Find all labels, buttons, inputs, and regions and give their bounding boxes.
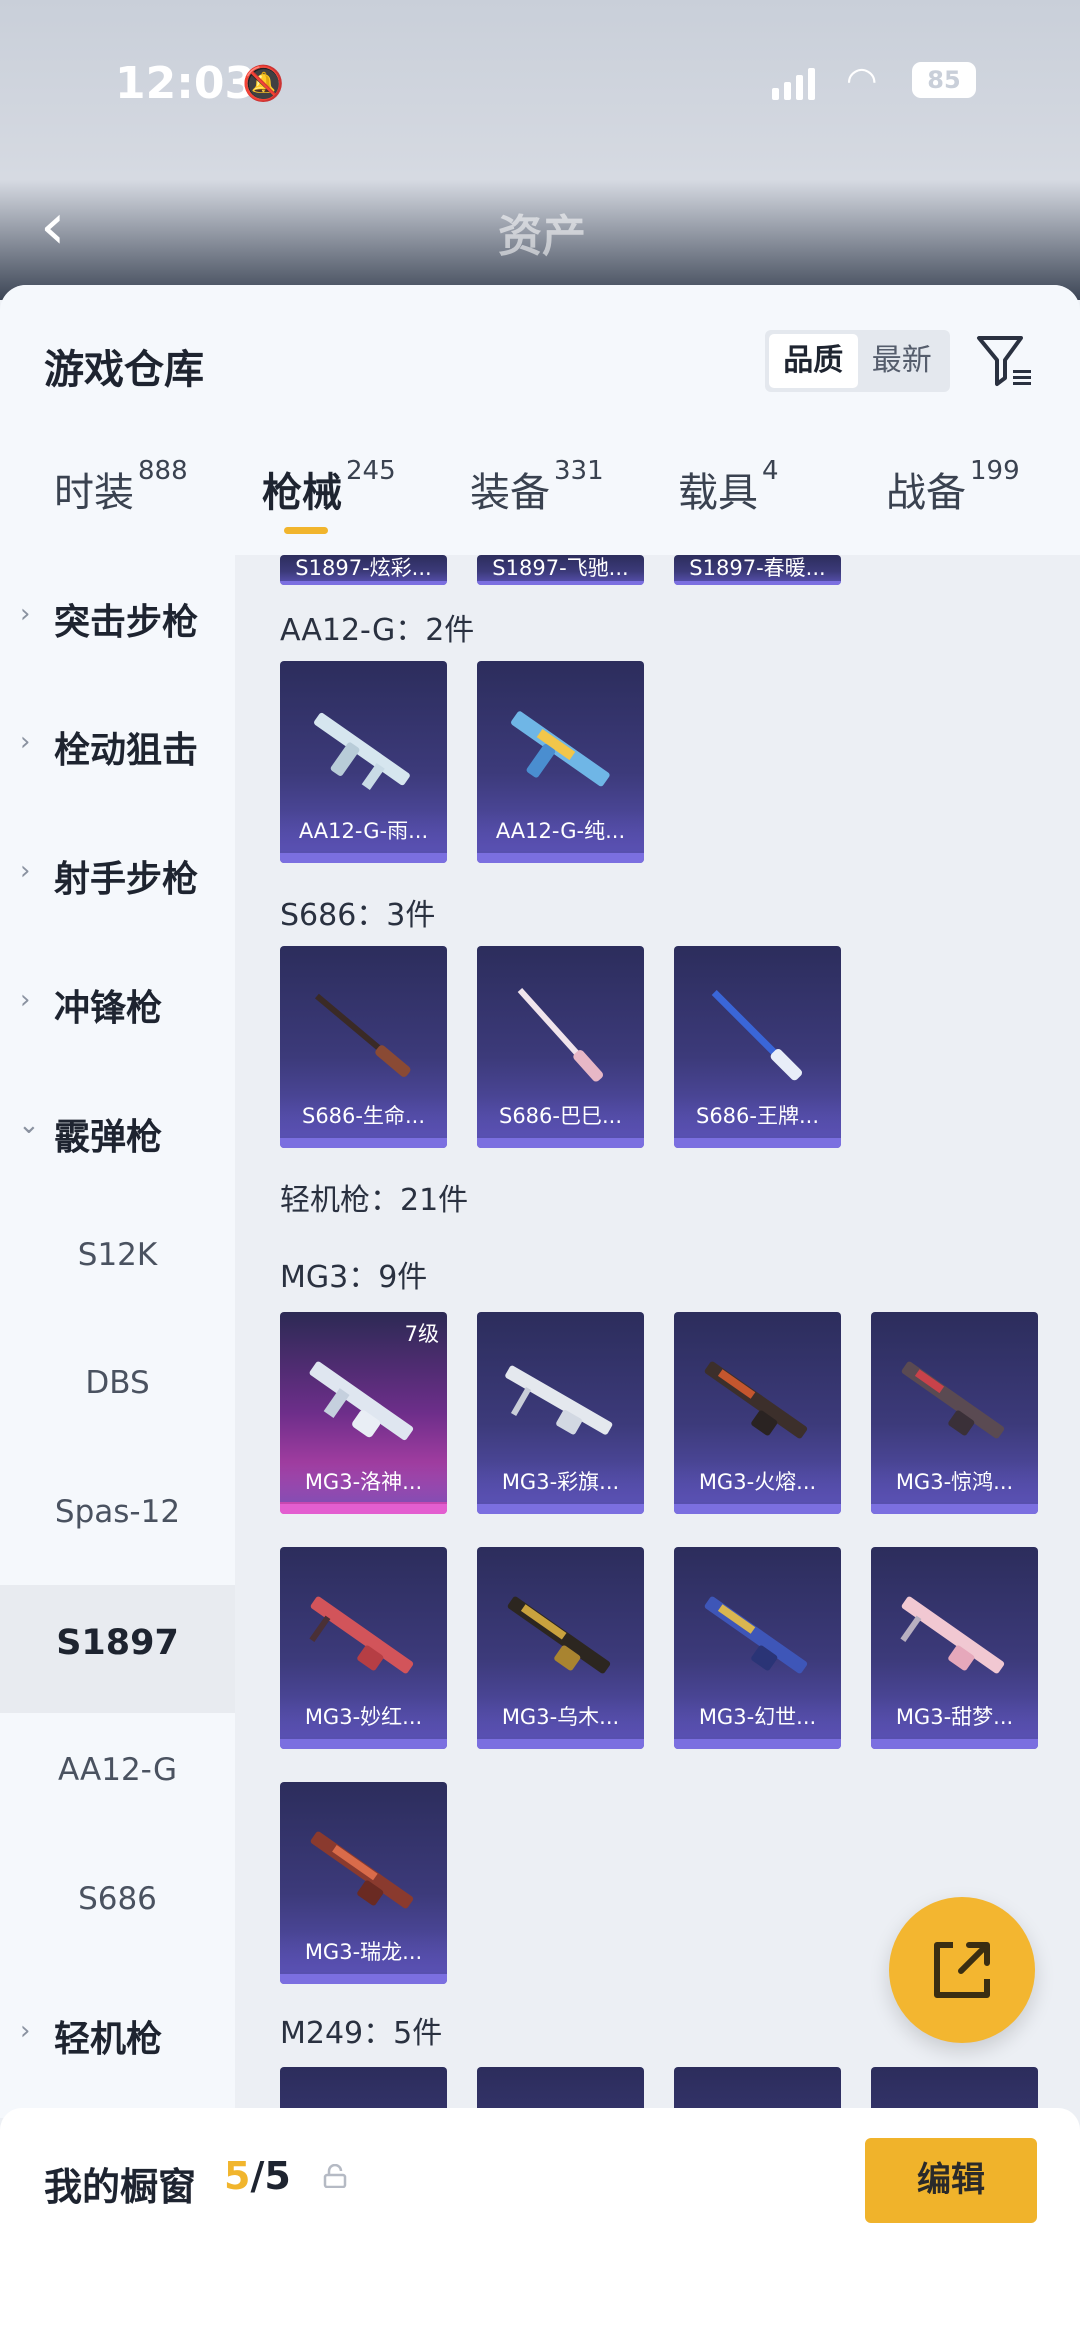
weapon-image bbox=[505, 1365, 613, 1435]
item-card[interactable]: AA12-G-雨... bbox=[280, 661, 447, 863]
showcase-label: 我的橱窗 bbox=[44, 2165, 197, 2209]
item-card[interactable]: MG3-火熔... bbox=[674, 1312, 841, 1514]
sidebar-item-shotgun[interactable]: ⌄ 霰弹枪 bbox=[0, 1070, 235, 1198]
group-heading: MG3：9件 bbox=[280, 1260, 428, 1295]
showcase-count: 5/5 bbox=[224, 2154, 291, 2198]
sidebar-subitem-aa12g[interactable]: AA12-G bbox=[0, 1714, 235, 1842]
item-card[interactable]: MG3-幻世... bbox=[674, 1547, 841, 1749]
lock-icon bbox=[323, 2164, 347, 2188]
sidebar-item-smg[interactable]: › 冲锋枪 bbox=[0, 941, 235, 1069]
weapon-image bbox=[310, 1831, 414, 1909]
status-bar: 12:03 🔕 ◠ 85 bbox=[0, 50, 1080, 130]
share-button[interactable] bbox=[889, 1897, 1035, 2043]
tab-indicator bbox=[284, 527, 328, 534]
weapon-image bbox=[309, 1361, 414, 1441]
item-card[interactable]: S686-巴巳... bbox=[477, 946, 644, 1148]
tab-fashion[interactable]: 时装 888 bbox=[54, 456, 188, 555]
weapon-image bbox=[511, 711, 610, 787]
edit-button[interactable]: 编辑 bbox=[865, 2138, 1037, 2223]
sidebar-subitem-s686[interactable]: S686 bbox=[0, 1843, 235, 1971]
category-sidebar: › 突击步枪 › 栓动狙击 › 射手步枪 › 冲锋枪 ⌄ 霰弹枪 S12K DB… bbox=[0, 555, 235, 2118]
back-icon[interactable]: ‹ bbox=[40, 190, 66, 264]
tab-equipment[interactable]: 装备 331 bbox=[470, 456, 604, 555]
chevron-right-icon: › bbox=[20, 985, 31, 1015]
item-grid: S1897-炫彩... S1897-飞驰... S1897-春暖... AA12… bbox=[235, 555, 1080, 2118]
filter-icon[interactable] bbox=[975, 330, 1035, 390]
sort-quality-button[interactable]: 品质 bbox=[769, 334, 858, 388]
weapon-image bbox=[900, 1596, 1005, 1674]
sidebar-subitem-dbs[interactable]: DBS bbox=[0, 1327, 235, 1455]
sidebar-subitem-s1897[interactable]: S1897 bbox=[0, 1585, 235, 1713]
sidebar-item-assault-rifle[interactable]: › 突击步枪 bbox=[0, 555, 235, 683]
chevron-right-icon: › bbox=[20, 856, 31, 886]
status-time: 12:03 bbox=[115, 58, 256, 109]
weapon-image bbox=[901, 1361, 1005, 1439]
share-icon bbox=[934, 1942, 990, 1998]
group-heading: S686：3件 bbox=[280, 898, 436, 933]
item-card[interactable]: S1897-炫彩... bbox=[280, 555, 447, 585]
item-card[interactable]: S686-生命... bbox=[280, 946, 447, 1148]
weapon-image bbox=[517, 987, 604, 1082]
wifi-icon: ◠ bbox=[846, 60, 878, 101]
item-card[interactable]: MG3-甜梦... bbox=[871, 1547, 1038, 1749]
sidebar-subitem-s12k[interactable]: S12K bbox=[0, 1199, 235, 1327]
weapon-image bbox=[711, 990, 803, 1081]
item-card[interactable]: AA12-G-纯... bbox=[477, 661, 644, 863]
weapon-image bbox=[507, 1596, 611, 1674]
tab-guns[interactable]: 枪械 245 bbox=[262, 456, 396, 555]
page-title: 游戏仓库 bbox=[44, 347, 204, 393]
sidebar-item-lmg[interactable]: › 轻机枪 bbox=[0, 1972, 235, 2100]
signal-icon bbox=[772, 64, 815, 100]
tab-supplies[interactable]: 战备 199 bbox=[886, 456, 1020, 555]
item-card[interactable]: MG3-妙红... bbox=[280, 1547, 447, 1749]
item-card[interactable]: MG3-乌木... bbox=[477, 1547, 644, 1749]
item-card[interactable]: S1897-春暖... bbox=[674, 555, 841, 585]
bell-off-icon: 🔕 bbox=[242, 64, 285, 104]
group-heading: AA12-G：2件 bbox=[280, 613, 475, 648]
background-title: 资产 bbox=[498, 211, 586, 262]
weapon-image bbox=[314, 993, 411, 1077]
item-card[interactable]: S1897-飞驰... bbox=[477, 555, 644, 585]
battery-indicator: 85 bbox=[912, 62, 976, 98]
tab-vehicles[interactable]: 载具 4 bbox=[678, 456, 779, 555]
group-heading: 轻机枪：21件 bbox=[280, 1183, 469, 1218]
chevron-right-icon: › bbox=[20, 727, 31, 757]
item-card[interactable]: MG3-瑞龙... bbox=[280, 1782, 447, 1984]
category-tabs: 时装 888 枪械 245 装备 331 载具 4 战备 199 bbox=[0, 456, 1080, 555]
chevron-down-icon: ⌄ bbox=[18, 1110, 40, 1140]
chevron-right-icon: › bbox=[20, 599, 31, 629]
sort-latest-button[interactable]: 最新 bbox=[858, 334, 947, 388]
item-card[interactable]: 7级 MG3-洛神... bbox=[280, 1312, 447, 1514]
item-card[interactable]: MG3-彩旗... bbox=[477, 1312, 644, 1514]
group-heading: M249：5件 bbox=[280, 2016, 443, 2051]
sidebar-subitem-spas12[interactable]: Spas-12 bbox=[0, 1456, 235, 1584]
weapon-image bbox=[704, 1596, 808, 1674]
weapon-image bbox=[704, 1361, 808, 1439]
sidebar-item-marksman-rifle[interactable]: › 射手步枪 bbox=[0, 812, 235, 940]
weapon-image bbox=[309, 1596, 414, 1674]
showcase-bar: 我的橱窗 5/5 编辑 bbox=[0, 2108, 1080, 2348]
background-header: ‹ 资产 bbox=[0, 190, 1080, 270]
weapon-image bbox=[314, 712, 410, 790]
item-card[interactable]: S686-王牌... bbox=[674, 946, 841, 1148]
chevron-right-icon: › bbox=[20, 2016, 31, 2046]
item-card[interactable]: MG3-惊鸿... bbox=[871, 1312, 1038, 1514]
sheet-header: 游戏仓库 品质 最新 时装 888 枪械 245 装备 331 载具 4 战备 … bbox=[0, 285, 1080, 555]
sort-toggle: 品质 最新 bbox=[765, 330, 950, 392]
sidebar-item-bolt-sniper[interactable]: › 栓动狙击 bbox=[0, 683, 235, 811]
